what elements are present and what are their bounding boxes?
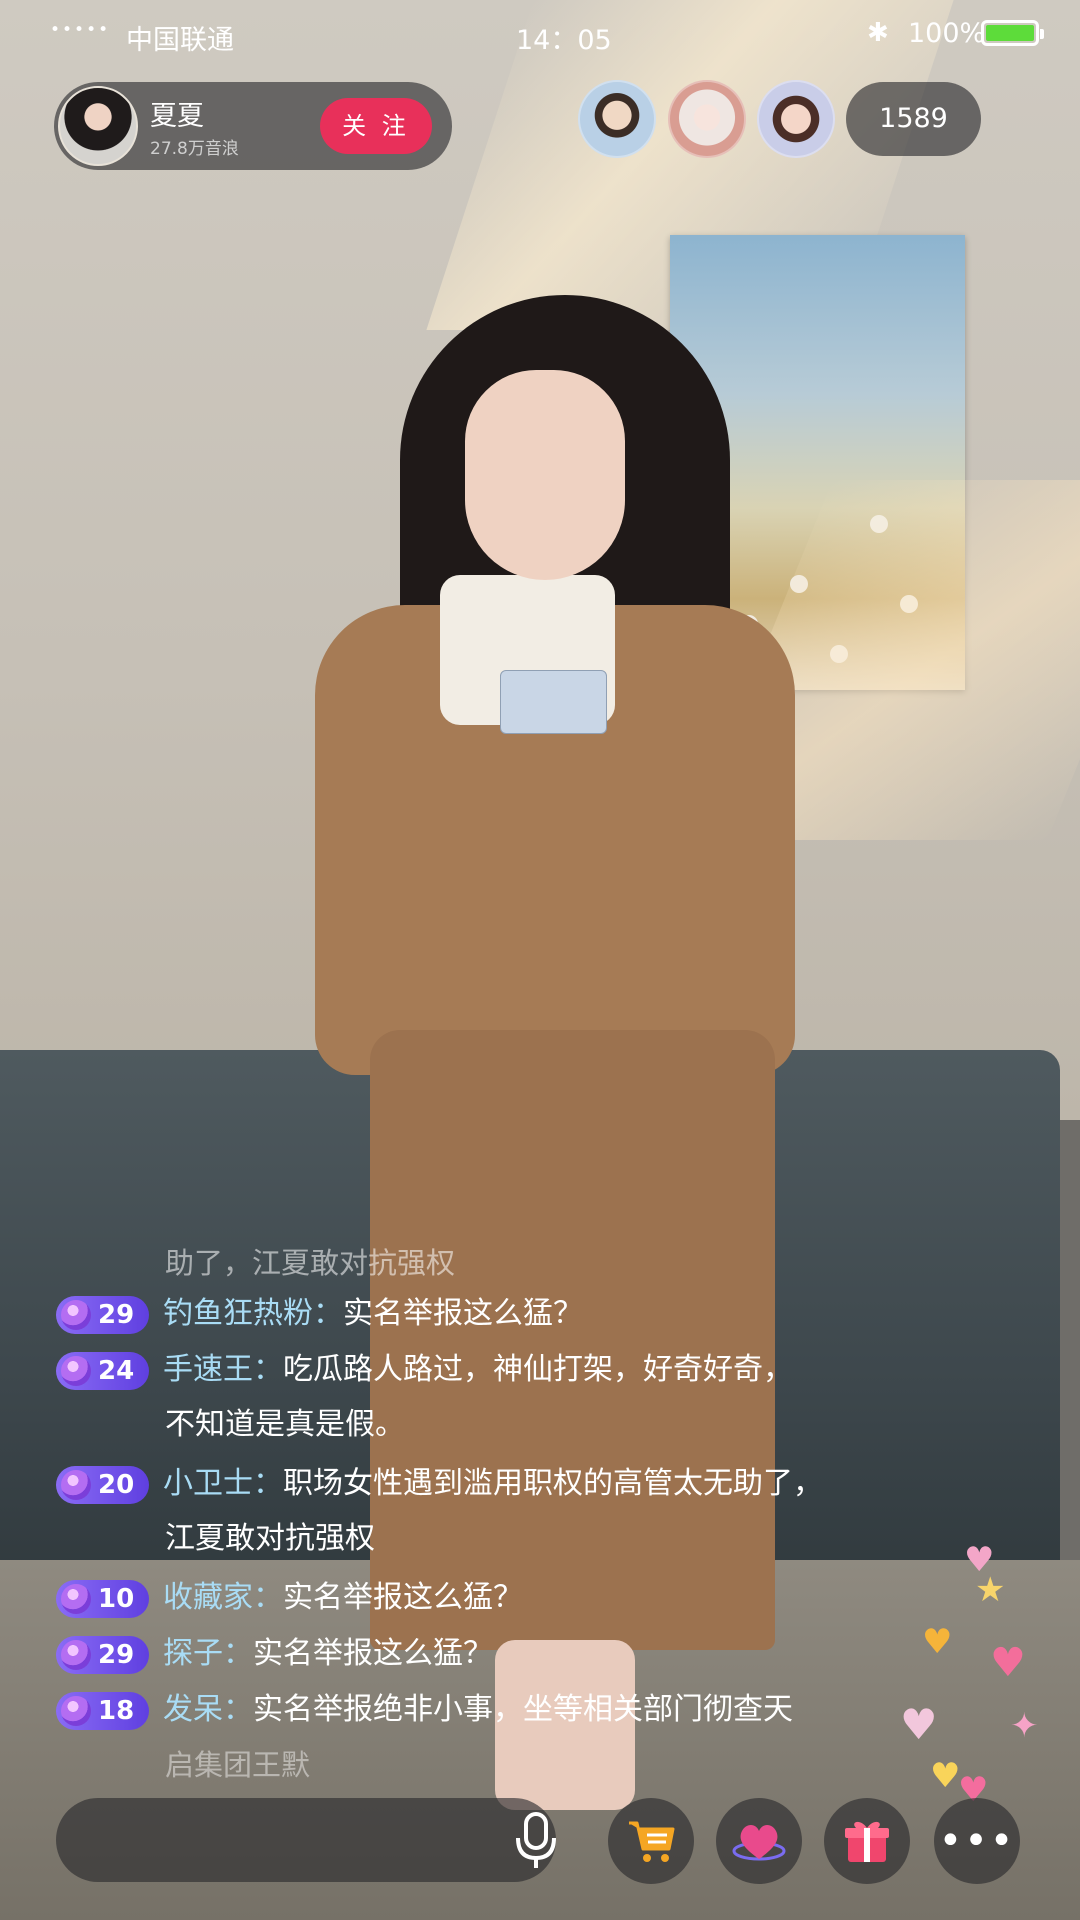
status-bar: ••••• 中国联通 14：05 ✱ 100%	[0, 0, 1080, 66]
carrier-name: 中国联通	[126, 25, 234, 56]
host-info[interactable]: 夏夏 27.8万音浪 关 注	[54, 82, 452, 170]
viewer-avatar-1[interactable]	[578, 80, 656, 158]
gem-icon	[61, 1300, 91, 1330]
more-button[interactable]: •••	[934, 1798, 1020, 1884]
viewer-count[interactable]: 1589	[846, 82, 981, 156]
like-button[interactable]	[716, 1798, 802, 1884]
comment-text-continued: 江夏敢对抗强权	[165, 1521, 375, 1556]
signal-icon: •••••	[50, 20, 111, 40]
follow-button[interactable]: 关 注	[320, 98, 432, 154]
battery-icon	[981, 20, 1044, 46]
comment-input[interactable]	[56, 1798, 556, 1882]
level-number: 29	[98, 1640, 135, 1670]
level-badge: 10	[56, 1580, 149, 1618]
comment-author[interactable]: 探子：	[163, 1636, 253, 1671]
gift-button[interactable]	[824, 1798, 910, 1884]
level-badge: 29	[56, 1636, 149, 1674]
star-icon: ★	[975, 1570, 1006, 1610]
host-avatar[interactable]	[58, 86, 138, 166]
comment-item: 29 钓鱼狂热粉：实名举报这么猛？	[56, 1286, 946, 1341]
heart-icon	[732, 1825, 786, 1861]
bluetooth-icon: ✱	[867, 18, 889, 48]
clock: 14：05	[516, 25, 612, 56]
comment-faded-bottom: 启集团王默	[165, 1748, 311, 1782]
sparkle-icon: ✦	[1010, 1706, 1039, 1746]
comment-text: 实名举报绝非小事，坐等相关部门彻查天	[253, 1692, 793, 1727]
level-number: 20	[98, 1470, 135, 1500]
cart-icon	[629, 1821, 675, 1862]
battery-fill	[986, 25, 1034, 41]
gem-icon	[61, 1640, 91, 1670]
gem-icon	[61, 1584, 91, 1614]
heart-icon: ♥	[990, 1640, 1026, 1686]
comment-faded: 助了，江夏敢对抗强权	[165, 1246, 456, 1280]
comment-author[interactable]: 收藏家：	[163, 1580, 283, 1615]
cart-button[interactable]	[608, 1798, 694, 1884]
viewer-avatar-2[interactable]	[668, 80, 746, 158]
comment-text: 实名举报这么猛？	[253, 1636, 493, 1671]
gem-icon	[61, 1470, 91, 1500]
level-badge: 24	[56, 1352, 149, 1390]
level-number: 24	[98, 1356, 135, 1386]
gem-icon	[61, 1696, 91, 1726]
level-badge: 20	[56, 1466, 149, 1504]
viewer-avatar-3[interactable]	[757, 80, 835, 158]
comment-item: 29 探子：实名举报这么猛？	[56, 1626, 946, 1681]
heart-icon: ♥	[922, 1622, 953, 1662]
more-icon: •••	[938, 1818, 1016, 1864]
heart-icon: ♥	[900, 1700, 938, 1749]
comment-item: 10 收藏家：实名举报这么猛？	[56, 1570, 946, 1625]
comment-text-continued: 不知道是真是假。	[165, 1407, 405, 1442]
heart-icon: ♥	[930, 1756, 961, 1796]
host-followers: 27.8万音浪	[150, 139, 239, 159]
streamer-face	[465, 370, 625, 580]
comment-text: 实名举报这么猛？	[283, 1580, 523, 1615]
host-name: 夏夏	[150, 101, 204, 132]
comment-item: 24 手速王：吃瓜路人路过，神仙打架，好奇好奇， 不知道是真是假。	[56, 1342, 946, 1452]
mic-icon[interactable]	[506, 1808, 566, 1872]
level-number: 10	[98, 1584, 135, 1614]
comment-author[interactable]: 小卫士：	[163, 1466, 283, 1501]
level-badge: 18	[56, 1692, 149, 1730]
gift-icon	[845, 1821, 889, 1862]
battery-nub	[1040, 29, 1044, 39]
comment-text: 吃瓜路人路过，神仙打架，好奇好奇，	[283, 1352, 793, 1387]
comment-author[interactable]: 手速王：	[163, 1352, 283, 1387]
level-number: 18	[98, 1696, 135, 1726]
comment-author[interactable]: 钓鱼狂热粉：	[163, 1296, 343, 1331]
id-card	[500, 670, 607, 734]
level-number: 29	[98, 1300, 135, 1330]
comment-text: 实名举报这么猛？	[343, 1296, 583, 1331]
comment-text: 职场女性遇到滥用职权的高管太无助了，	[283, 1466, 823, 1501]
comment-item: 20 小卫士：职场女性遇到滥用职权的高管太无助了， 江夏敢对抗强权	[56, 1456, 946, 1566]
gem-icon	[61, 1356, 91, 1386]
battery-percent: 100%	[908, 18, 986, 49]
level-badge: 29	[56, 1296, 149, 1334]
comment-author[interactable]: 发呆：	[163, 1692, 253, 1727]
comment-item: 18 发呆：实名举报绝非小事，坐等相关部门彻查天	[56, 1682, 946, 1737]
